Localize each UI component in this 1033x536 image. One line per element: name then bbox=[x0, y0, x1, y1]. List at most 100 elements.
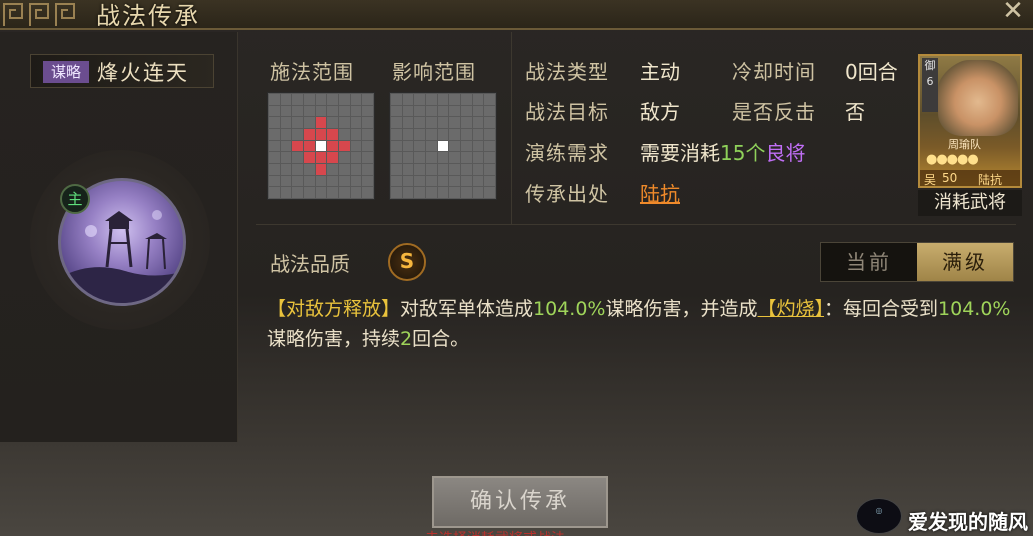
grid-cell bbox=[461, 105, 472, 117]
grid-cell bbox=[449, 187, 460, 198]
grid-cell bbox=[437, 105, 449, 117]
hero-level: 50 bbox=[942, 171, 958, 185]
grid-cell bbox=[484, 164, 495, 175]
grid-cell bbox=[449, 164, 460, 175]
grid-cell bbox=[362, 94, 373, 105]
skill-description: 【对敌方释放】对敌军单体造成104.0%谋略伤害，并造成【灼烧】：每回合受到10… bbox=[267, 294, 1017, 354]
grid-cell bbox=[426, 129, 437, 140]
grid-cell bbox=[484, 140, 495, 152]
grid-cell bbox=[269, 117, 280, 128]
grid-cell bbox=[414, 117, 425, 128]
grid-cell bbox=[449, 140, 460, 152]
grid-cell bbox=[304, 175, 315, 187]
grid-cell bbox=[472, 152, 484, 163]
grid-cell bbox=[402, 105, 414, 117]
grid-cell bbox=[484, 175, 495, 187]
grid-cell bbox=[391, 187, 402, 198]
grid-cell bbox=[327, 152, 338, 163]
grid-cell bbox=[472, 94, 484, 105]
grid-cell bbox=[461, 187, 472, 198]
grid-cell bbox=[304, 140, 315, 152]
grid-cell bbox=[461, 129, 472, 140]
grid-cell bbox=[269, 129, 280, 140]
drill-label: 演练需求 bbox=[525, 141, 609, 165]
grid-cell bbox=[391, 175, 402, 187]
grid-cell bbox=[484, 105, 495, 117]
grid-cell bbox=[315, 140, 327, 152]
grid-cell bbox=[461, 140, 472, 152]
grid-cell bbox=[472, 129, 484, 140]
level-toggle: 当前 满级 bbox=[820, 242, 1014, 282]
grid-cell bbox=[327, 187, 338, 198]
close-icon[interactable]: ✕ bbox=[1001, 0, 1025, 24]
grid-cell bbox=[269, 152, 280, 163]
grid-cell bbox=[280, 164, 292, 175]
watermark-text: 爱发现的随风 bbox=[908, 510, 1028, 534]
grid-cell bbox=[339, 117, 350, 128]
grid-cell bbox=[426, 175, 437, 187]
grid-cell bbox=[280, 140, 292, 152]
grid-cell bbox=[327, 164, 338, 175]
grid-cell bbox=[437, 164, 449, 175]
grid-cell bbox=[461, 152, 472, 163]
divider bbox=[511, 32, 512, 224]
burn-keyword-link[interactable]: 【灼烧】 bbox=[758, 298, 825, 320]
grid-cell bbox=[449, 117, 460, 128]
hero-footer: 吴 50 陆抗 bbox=[920, 170, 1020, 186]
hero-stars: ●●●●● bbox=[926, 152, 979, 167]
grid-cell bbox=[315, 117, 327, 128]
confirm-inherit-button[interactable]: 确认传承 bbox=[432, 476, 608, 528]
grid-cell bbox=[391, 105, 402, 117]
grid-cell bbox=[350, 94, 362, 105]
grid-cell bbox=[402, 94, 414, 105]
grid-cell bbox=[437, 129, 449, 140]
grid-cell bbox=[484, 117, 495, 128]
grid-cell bbox=[339, 152, 350, 163]
skill-type-label: 战法类型 bbox=[525, 60, 609, 84]
grid-cell bbox=[269, 140, 280, 152]
grid-cell bbox=[304, 129, 315, 140]
grid-cell bbox=[391, 140, 402, 152]
grid-cell bbox=[350, 140, 362, 152]
grid-cell bbox=[391, 164, 402, 175]
grid-cell bbox=[472, 187, 484, 198]
grid-cell bbox=[461, 117, 472, 128]
desc-text: 谋略伤害，持续 bbox=[267, 328, 401, 350]
counter-label: 是否反击 bbox=[732, 100, 816, 124]
grid-cell bbox=[280, 152, 292, 163]
tab-current[interactable]: 当前 bbox=[821, 243, 917, 281]
grid-cell bbox=[350, 129, 362, 140]
grid-cell bbox=[315, 129, 327, 140]
grid-cell bbox=[414, 152, 425, 163]
grid-cell bbox=[327, 117, 338, 128]
grid-cell bbox=[315, 164, 327, 175]
tab-max-level[interactable]: 满级 bbox=[917, 243, 1013, 281]
grid-cell bbox=[402, 152, 414, 163]
grid-cell bbox=[280, 187, 292, 198]
grid-cell bbox=[339, 105, 350, 117]
grid-cell bbox=[362, 152, 373, 163]
consumed-hero-card[interactable]: 御6 周瑜队 ●●●●● 吴 50 陆抗 bbox=[918, 54, 1022, 188]
grid-cell bbox=[339, 140, 350, 152]
grid-cell bbox=[315, 175, 327, 187]
grid-cell bbox=[350, 164, 362, 175]
desc-turns: 2 bbox=[400, 328, 413, 350]
origin-value-link[interactable]: 陆抗 bbox=[640, 178, 680, 207]
grid-cell bbox=[426, 140, 437, 152]
grid-cell bbox=[414, 175, 425, 187]
grid-cell bbox=[472, 105, 484, 117]
grid-cell bbox=[472, 164, 484, 175]
drill-quality: 良将 bbox=[765, 141, 806, 165]
skill-type-value: 主动 bbox=[640, 60, 680, 84]
grid-cell bbox=[472, 140, 484, 152]
grid-cell bbox=[437, 187, 449, 198]
grid-cell bbox=[426, 105, 437, 117]
desc-percent: 104.0% bbox=[533, 298, 606, 320]
grid-cell bbox=[391, 129, 402, 140]
watermark-logo-icon: ◎ bbox=[856, 498, 902, 534]
grid-cell bbox=[449, 105, 460, 117]
grid-cell bbox=[391, 94, 402, 105]
grid-cell bbox=[304, 164, 315, 175]
grid-cell bbox=[292, 94, 303, 105]
grid-cell bbox=[304, 152, 315, 163]
